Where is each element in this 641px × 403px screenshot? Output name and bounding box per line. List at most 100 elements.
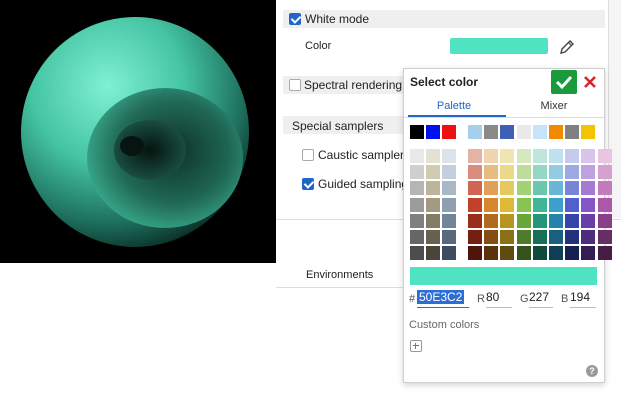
- palette-swatch[interactable]: [426, 165, 441, 180]
- palette-swatch[interactable]: [597, 197, 612, 212]
- palette-swatch[interactable]: [532, 125, 547, 139]
- palette-swatch[interactable]: [565, 230, 580, 244]
- palette-swatch[interactable]: [426, 149, 441, 163]
- palette-swatch[interactable]: [565, 165, 580, 180]
- tab-mixer[interactable]: Mixer: [504, 100, 604, 112]
- help-icon[interactable]: ?: [586, 365, 598, 377]
- palette-swatch[interactable]: [468, 197, 482, 212]
- pencil-icon[interactable]: [558, 38, 576, 56]
- palette-swatch[interactable]: [565, 181, 580, 196]
- palette-swatch[interactable]: [500, 213, 515, 228]
- palette-swatch[interactable]: [410, 125, 424, 139]
- palette-swatch[interactable]: [410, 181, 424, 196]
- r-input[interactable]: 80: [486, 290, 512, 308]
- palette-swatch[interactable]: [468, 149, 482, 163]
- palette-swatch[interactable]: [484, 181, 499, 196]
- palette-swatch[interactable]: [410, 246, 424, 261]
- palette-swatch[interactable]: [484, 230, 499, 244]
- palette-swatch[interactable]: [410, 165, 424, 180]
- palette-swatch[interactable]: [468, 165, 482, 180]
- palette-swatch[interactable]: [484, 197, 499, 212]
- palette-swatch[interactable]: [549, 246, 563, 261]
- palette-swatch[interactable]: [532, 230, 547, 244]
- palette-swatch[interactable]: [468, 181, 482, 196]
- palette-swatch[interactable]: [442, 230, 457, 244]
- palette-swatch[interactable]: [426, 213, 441, 228]
- palette-swatch[interactable]: [410, 230, 424, 244]
- palette-swatch[interactable]: [442, 149, 457, 163]
- palette-swatch[interactable]: [597, 181, 612, 196]
- palette-swatch[interactable]: [565, 149, 580, 163]
- cancel-button[interactable]: [579, 71, 601, 93]
- palette-swatch[interactable]: [565, 125, 580, 139]
- palette-swatch[interactable]: [442, 246, 457, 261]
- palette-swatch[interactable]: [549, 197, 563, 212]
- palette-swatch[interactable]: [549, 149, 563, 163]
- palette-swatch[interactable]: [500, 197, 515, 212]
- palette-swatch[interactable]: [442, 197, 457, 212]
- palette-swatch[interactable]: [500, 125, 515, 139]
- palette-swatch[interactable]: [516, 149, 531, 163]
- palette-swatch[interactable]: [516, 181, 531, 196]
- palette-swatch[interactable]: [426, 197, 441, 212]
- white-mode-checkbox[interactable]: [289, 13, 301, 25]
- palette-swatch[interactable]: [581, 181, 596, 196]
- caustic-checkbox[interactable]: [302, 149, 314, 161]
- palette-swatch[interactable]: [410, 213, 424, 228]
- color-swatch[interactable]: [450, 38, 548, 54]
- palette-swatch[interactable]: [500, 149, 515, 163]
- palette-swatch[interactable]: [581, 230, 596, 244]
- palette-swatch[interactable]: [500, 165, 515, 180]
- palette-swatch[interactable]: [500, 230, 515, 244]
- palette-swatch[interactable]: [565, 246, 580, 261]
- palette-swatch[interactable]: [532, 213, 547, 228]
- palette-swatch[interactable]: [581, 213, 596, 228]
- palette-swatch[interactable]: [484, 125, 499, 139]
- palette-swatch[interactable]: [468, 230, 482, 244]
- palette-swatch[interactable]: [516, 213, 531, 228]
- palette-swatch[interactable]: [597, 213, 612, 228]
- palette-swatch[interactable]: [442, 125, 457, 139]
- palette-swatch[interactable]: [500, 246, 515, 261]
- palette-swatch[interactable]: [549, 125, 563, 139]
- palette-swatch[interactable]: [468, 246, 482, 261]
- palette-swatch[interactable]: [597, 149, 612, 163]
- palette-swatch[interactable]: [532, 165, 547, 180]
- palette-swatch[interactable]: [426, 181, 441, 196]
- palette-swatch[interactable]: [597, 246, 612, 261]
- palette-swatch[interactable]: [532, 181, 547, 196]
- palette-swatch[interactable]: [549, 213, 563, 228]
- g-input[interactable]: 227: [529, 290, 553, 308]
- palette-swatch[interactable]: [549, 230, 563, 244]
- add-custom-color-icon[interactable]: [410, 340, 422, 352]
- palette-swatch[interactable]: [516, 125, 531, 139]
- render-viewport[interactable]: [0, 0, 276, 263]
- palette-swatch[interactable]: [549, 181, 563, 196]
- palette-swatch[interactable]: [516, 230, 531, 244]
- palette-swatch[interactable]: [426, 125, 441, 139]
- palette-swatch[interactable]: [484, 149, 499, 163]
- palette-swatch[interactable]: [468, 125, 482, 139]
- palette-swatch[interactable]: [516, 197, 531, 212]
- palette-swatch[interactable]: [484, 165, 499, 180]
- palette-swatch[interactable]: [426, 246, 441, 261]
- palette-swatch[interactable]: [581, 197, 596, 212]
- palette-swatch[interactable]: [532, 246, 547, 261]
- palette-swatch[interactable]: [410, 197, 424, 212]
- tab-palette[interactable]: Palette: [404, 100, 504, 112]
- palette-swatch[interactable]: [581, 149, 596, 163]
- palette-swatch[interactable]: [565, 213, 580, 228]
- palette-swatch[interactable]: [410, 149, 424, 163]
- tab-environments[interactable]: Environments: [306, 269, 373, 281]
- palette-swatch[interactable]: [597, 165, 612, 180]
- palette-swatch[interactable]: [581, 246, 596, 261]
- b-input[interactable]: 194: [570, 290, 596, 308]
- palette-swatch[interactable]: [581, 165, 596, 180]
- palette-swatch[interactable]: [484, 213, 499, 228]
- palette-swatch[interactable]: [500, 181, 515, 196]
- palette-swatch[interactable]: [426, 230, 441, 244]
- palette-swatch[interactable]: [532, 197, 547, 212]
- palette-swatch[interactable]: [516, 246, 531, 261]
- palette-swatch[interactable]: [468, 213, 482, 228]
- palette-swatch[interactable]: [565, 197, 580, 212]
